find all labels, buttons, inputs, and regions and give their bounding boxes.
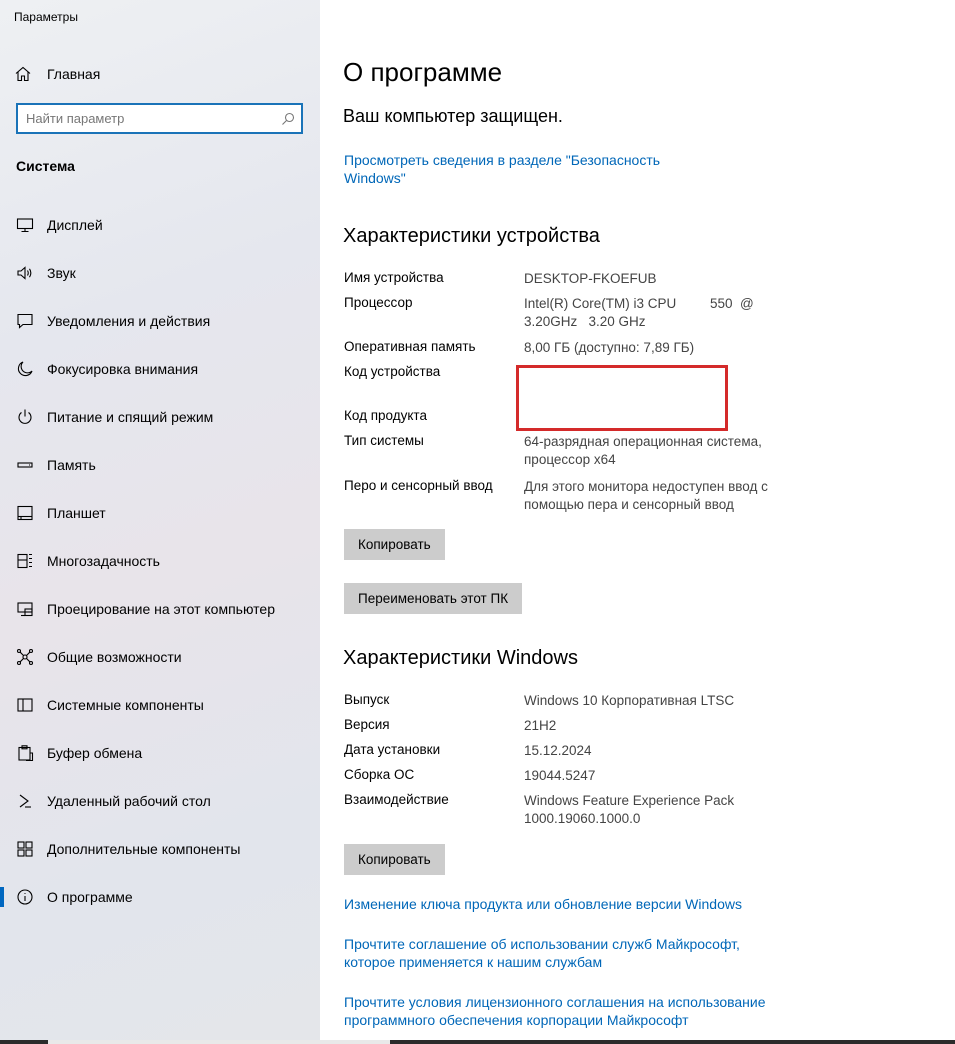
spec-key: Процессор xyxy=(344,295,413,310)
sidebar: Параметры Главная Система Дисплей Звук У… xyxy=(0,0,320,1044)
sidebar-item-label: Дисплей xyxy=(47,217,103,233)
shared-experiences-icon xyxy=(16,648,34,666)
sidebar-item-label: Дополнительные компоненты xyxy=(47,841,241,857)
sidebar-item-label: Общие возможности xyxy=(47,649,182,665)
main-content: О программе Ваш компьютер защищен. Просм… xyxy=(320,0,955,1044)
spec-value: 15.12.2024 xyxy=(524,743,592,758)
sidebar-item-label: Питание и спящий режим xyxy=(47,409,214,425)
sidebar-item-label: Звук xyxy=(47,265,76,281)
windows-specs-heading: Характеристики Windows xyxy=(343,647,578,669)
change-product-key-link[interactable]: Изменение ключа продукта или обновление … xyxy=(344,895,804,913)
spec-value: DESKTOP-FKOEFUB xyxy=(524,271,657,286)
spec-key: Имя устройства xyxy=(344,270,444,285)
search-box[interactable] xyxy=(16,103,303,134)
display-icon xyxy=(16,216,34,234)
notification-icon xyxy=(16,312,34,330)
sidebar-home[interactable]: Главная xyxy=(14,62,100,86)
copy-windows-specs-button[interactable]: Копировать xyxy=(344,844,445,875)
spec-key: Тип системы xyxy=(344,433,424,448)
sidebar-item-label: О программе xyxy=(47,889,133,905)
window-title: Параметры xyxy=(14,10,78,24)
sidebar-item-label: Планшет xyxy=(47,505,106,521)
sidebar-item-power[interactable]: Питание и спящий режим xyxy=(0,393,320,441)
sidebar-item-label: Многозадачность xyxy=(47,553,160,569)
sidebar-item-label: Проецирование на этот компьютер xyxy=(47,601,275,617)
sidebar-item-optional-features[interactable]: Дополнительные компоненты xyxy=(0,825,320,873)
sidebar-item-label: Уведомления и действия xyxy=(47,313,211,329)
license-terms-link[interactable]: Прочтите условия лицензионного соглашени… xyxy=(344,993,784,1029)
taskbar-edge xyxy=(0,1040,955,1044)
spec-value: 19044.5247 xyxy=(524,768,596,783)
tablet-icon xyxy=(16,504,34,522)
sidebar-item-shared-experiences[interactable]: Общие возможности xyxy=(0,633,320,681)
sidebar-nav: Дисплей Звук Уведомления и действия Фоку… xyxy=(0,201,320,921)
spec-value: Для этого монитора недоступен ввод с пом… xyxy=(524,479,768,512)
spec-value: Windows 10 Корпоративная LTSC xyxy=(524,693,735,708)
device-specs-heading: Характеристики устройства xyxy=(343,225,600,247)
sidebar-item-remote-desktop[interactable]: Удаленный рабочий стол xyxy=(0,777,320,825)
sidebar-item-focus[interactable]: Фокусировка внимания xyxy=(0,345,320,393)
sidebar-home-label: Главная xyxy=(47,66,101,82)
redaction-box xyxy=(516,365,728,431)
spec-key: Дата установки xyxy=(344,742,441,757)
power-icon xyxy=(16,408,34,426)
sidebar-item-label: Удаленный рабочий стол xyxy=(47,793,211,809)
sidebar-item-system-components[interactable]: Системные компоненты xyxy=(0,681,320,729)
page-title: О программе xyxy=(343,57,503,87)
storage-icon xyxy=(16,456,34,474)
protection-status: Ваш компьютер защищен. xyxy=(343,106,563,126)
spec-key: Выпуск xyxy=(344,692,390,707)
clipboard-icon xyxy=(16,744,34,762)
sidebar-item-label: Память xyxy=(47,457,96,473)
sidebar-item-clipboard[interactable]: Буфер обмена xyxy=(0,729,320,777)
spec-key: Оперативная память xyxy=(344,339,476,354)
system-components-icon xyxy=(16,696,34,714)
sidebar-item-label: Системные компоненты xyxy=(47,697,204,713)
taskbar-segment xyxy=(48,1040,390,1044)
sidebar-item-label: Фокусировка внимания xyxy=(47,361,199,377)
sidebar-item-notifications[interactable]: Уведомления и действия xyxy=(0,297,320,345)
sidebar-item-about[interactable]: О программе xyxy=(0,873,320,921)
section-title: Система xyxy=(16,158,75,174)
security-details-link[interactable]: Просмотреть сведения в разделе "Безопасн… xyxy=(344,151,684,187)
microsoft-services-agreement-link[interactable]: Прочтите соглашение об использовании слу… xyxy=(344,935,764,971)
home-icon xyxy=(14,65,32,83)
spec-value: 8,00 ГБ (доступно: 7,89 ГБ) xyxy=(524,340,695,355)
moon-icon xyxy=(16,360,34,378)
spec-key: Взаимодействие xyxy=(344,792,449,807)
search-icon[interactable] xyxy=(281,112,295,126)
spec-key: Перо и сенсорный ввод xyxy=(344,478,493,493)
spec-value: Windows Feature Experience Pack 1000.190… xyxy=(524,793,735,826)
rename-pc-button[interactable]: Переименовать этот ПК xyxy=(344,583,523,614)
sidebar-item-projection[interactable]: Проецирование на этот компьютер xyxy=(0,585,320,633)
sidebar-item-label: Буфер обмена xyxy=(47,745,143,761)
spec-key: Версия xyxy=(344,717,390,732)
spec-key: Сборка ОС xyxy=(344,767,415,782)
sidebar-item-storage[interactable]: Память xyxy=(0,441,320,489)
spec-value: 64-разрядная операционная система, проце… xyxy=(524,434,762,467)
spec-key: Код продукта xyxy=(344,408,427,423)
speaker-icon xyxy=(16,264,34,282)
search-input[interactable] xyxy=(18,105,281,132)
optional-features-icon xyxy=(16,840,34,858)
sidebar-item-multitasking[interactable]: Многозадачность xyxy=(0,537,320,585)
projection-icon xyxy=(16,600,34,618)
copy-device-specs-button[interactable]: Копировать xyxy=(344,529,445,560)
spec-value: 21H2 xyxy=(524,718,557,733)
spec-value: Intel(R) Core(TM) i3 CPU 550 @ 3.20GHz 3… xyxy=(524,296,758,329)
sidebar-item-display[interactable]: Дисплей xyxy=(0,201,320,249)
sidebar-item-tablet[interactable]: Планшет xyxy=(0,489,320,537)
multitasking-icon xyxy=(16,552,34,570)
remote-desktop-icon xyxy=(16,792,34,810)
spec-key: Код устройства xyxy=(344,364,441,379)
info-icon xyxy=(16,888,34,906)
sidebar-item-sound[interactable]: Звук xyxy=(0,249,320,297)
